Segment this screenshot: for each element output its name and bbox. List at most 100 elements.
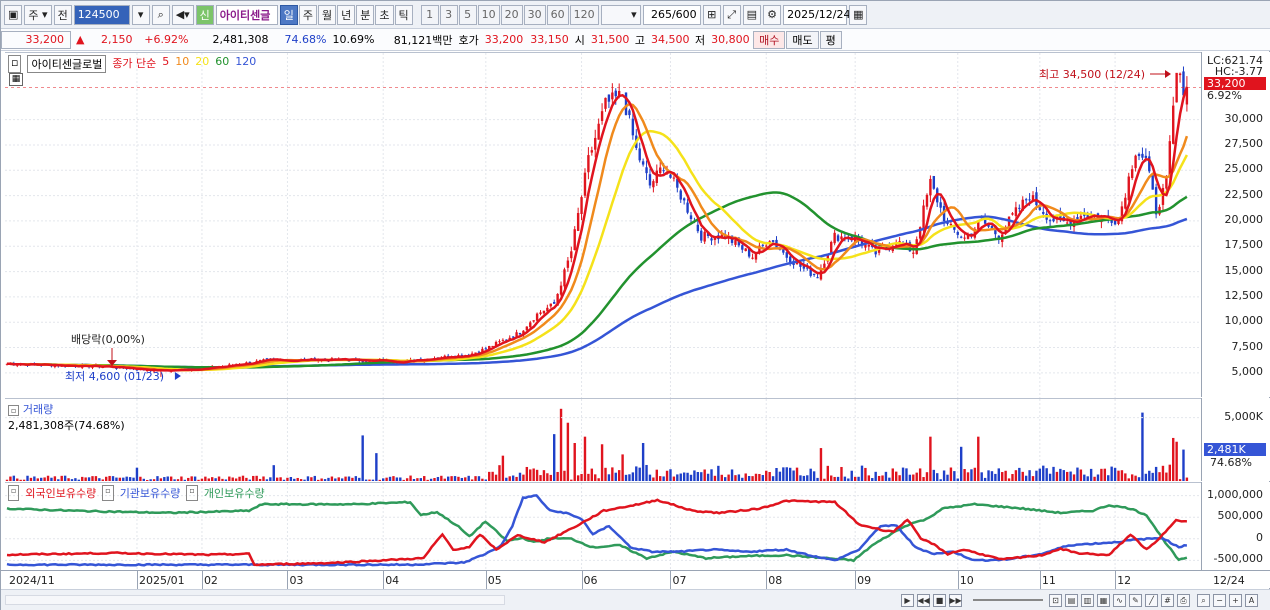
panel-menu-icon[interactable]: ▫ [8, 405, 20, 416]
hoga-label: 호가 [458, 33, 479, 47]
period-tab-6[interactable]: 틱 [394, 4, 413, 25]
play-icon[interactable]: ▶ [901, 594, 914, 607]
buy-button[interactable]: 매수 [753, 30, 786, 49]
volume-bar [91, 476, 94, 481]
compare-icon[interactable]: ▥ [1081, 594, 1094, 607]
volume-bar [255, 475, 258, 481]
calculator-icon[interactable]: ▦ [9, 73, 23, 86]
volume-bar [183, 479, 187, 481]
period-tab-2[interactable]: 월 [318, 4, 337, 25]
kind-select[interactable]: 주 ▾ [24, 4, 52, 25]
interval-button-10[interactable]: 10 [477, 4, 500, 25]
zoom-in-icon[interactable]: + [1229, 594, 1242, 607]
volume-bar [1052, 466, 1055, 481]
period-tab-1[interactable]: 주 [298, 4, 318, 25]
zoom-fit-icon[interactable]: ⊡ [1049, 594, 1062, 607]
volume-bar [317, 479, 320, 481]
interval-button-5[interactable]: 5 [458, 4, 477, 25]
draw-tool-icon[interactable]: ⤢ [722, 4, 741, 25]
interval-button-1[interactable]: 1 [420, 4, 439, 25]
sell-button[interactable]: 매도 [786, 30, 819, 49]
interval-button-3[interactable]: 3 [439, 4, 458, 25]
volume-chart-svg[interactable] [5, 399, 1201, 482]
drawing-icon[interactable]: ✎ [1129, 594, 1142, 607]
candle [775, 236, 778, 249]
volume-bar [187, 477, 190, 481]
interval-button-20[interactable]: 20 [500, 4, 523, 25]
grid-icon[interactable]: # [1161, 594, 1174, 607]
scroll-track[interactable] [5, 595, 505, 605]
prev-button[interactable]: 전 [53, 4, 72, 25]
volume-bar [949, 467, 953, 481]
panel-menu-icon[interactable]: ▫ [8, 55, 22, 73]
rewind-icon[interactable]: ◀◀ [917, 594, 930, 607]
volume-bar [553, 434, 556, 481]
volume-bar [1120, 470, 1124, 481]
volume-chart-panel[interactable]: ▫ 거래량 2,481,308주(74.68%) [5, 398, 1201, 482]
panel-menu-icon[interactable]: ▫ [102, 485, 114, 501]
new-stock-badge[interactable]: 신 [195, 4, 214, 25]
stop-icon[interactable]: ■ [933, 594, 946, 607]
volume-bar [269, 477, 272, 481]
volume-bar [1069, 471, 1072, 481]
period-tab-4[interactable]: 분 [356, 4, 375, 25]
dropdown-arrow-icon[interactable]: ▾ [131, 4, 150, 25]
line-icon[interactable]: ╱ [1145, 594, 1158, 607]
panel-menu-icon[interactable]: ▫ [186, 485, 198, 501]
zoom-out-icon[interactable]: − [1213, 594, 1226, 607]
volume-bar [426, 479, 429, 481]
volume-bar [111, 476, 115, 481]
x-axis-label: 07 [672, 574, 687, 587]
chart-type-icon[interactable]: ▤ [1065, 594, 1078, 607]
fast-forward-icon[interactable]: ▶▶ [949, 594, 962, 607]
volume-bar [340, 478, 344, 481]
date-input[interactable]: 2025/12/24 [783, 4, 850, 25]
price-chart-svg[interactable]: 최고 34,500 (12/24) 최저 4,600 (01/23) 배당락(0,0… [5, 53, 1201, 398]
calendar-icon[interactable]: ▦ [849, 4, 868, 25]
search-icon[interactable]: ⌕ [151, 4, 170, 25]
bar-count-field[interactable]: 265/600 [642, 4, 701, 25]
period-tab-3[interactable]: 년 [337, 4, 356, 25]
crosshair-icon[interactable]: ⊞ [702, 4, 721, 25]
font-size-icon[interactable]: A [1245, 594, 1258, 607]
ma-legend-120: 120 [235, 55, 257, 68]
volume-bar [758, 473, 761, 481]
print-icon[interactable]: ⎙ [1177, 594, 1190, 607]
volume-bar [635, 466, 638, 481]
volume-bar [40, 477, 43, 481]
candle [638, 142, 641, 163]
price-chart-panel[interactable]: 최고 34,500 (12/24) 최저 4,600 (01/23) 배당락(0,0… [5, 52, 1201, 398]
holdings-chart-panel[interactable]: ▫ 외국인보유수량 ▫ 기관보유수량 ▫ 개인보유수량 [5, 482, 1201, 571]
period-tab-0[interactable]: 일 [279, 4, 298, 25]
candle [925, 193, 929, 210]
layout-icon[interactable]: ▦ [1097, 594, 1110, 607]
interval-button-30[interactable]: 30 [523, 4, 546, 25]
settings-gear-icon[interactable]: ⚙ [763, 4, 782, 25]
stock-code-input[interactable]: 124500 [73, 4, 130, 25]
candle [771, 240, 775, 243]
period-tab-5[interactable]: 초 [375, 4, 394, 25]
volume-bar [901, 467, 905, 481]
volume-bar [265, 479, 269, 481]
zoom-search-icon[interactable]: ⌕ [1197, 594, 1210, 607]
speaker-icon[interactable]: ◀▾ [171, 4, 194, 25]
volume-bar [9, 476, 12, 481]
price-change-pct: +6.92% [144, 33, 189, 46]
eval-button[interactable]: 평 [819, 30, 842, 49]
indicator-icon[interactable]: ∿ [1113, 594, 1126, 607]
volume-bar [156, 476, 159, 481]
interval-button-60[interactable]: 60 [546, 4, 569, 25]
interval-dropdown[interactable]: ▾ [600, 4, 641, 25]
save-icon[interactable]: ▤ [742, 4, 762, 25]
candle [628, 108, 631, 119]
volume-bar [26, 475, 29, 481]
panel-menu-icon[interactable]: ▫ [8, 485, 20, 501]
bottom-scrollbar[interactable]: ▶ ◀◀ ■ ▶▶ ⊡ ▤ ▥ ▦ ∿ ✎ ╱ # ⎙ ⌕ − + A [1, 589, 1270, 610]
volume-bar [1004, 470, 1007, 481]
interval-button-120[interactable]: 120 [569, 4, 599, 25]
bar-count-total: /600 [671, 8, 697, 21]
zoom-slider[interactable] [973, 599, 1043, 601]
window-icon[interactable]: ▣ [4, 4, 23, 25]
x-axis-tick [766, 571, 768, 589]
volume-bar [741, 477, 744, 481]
